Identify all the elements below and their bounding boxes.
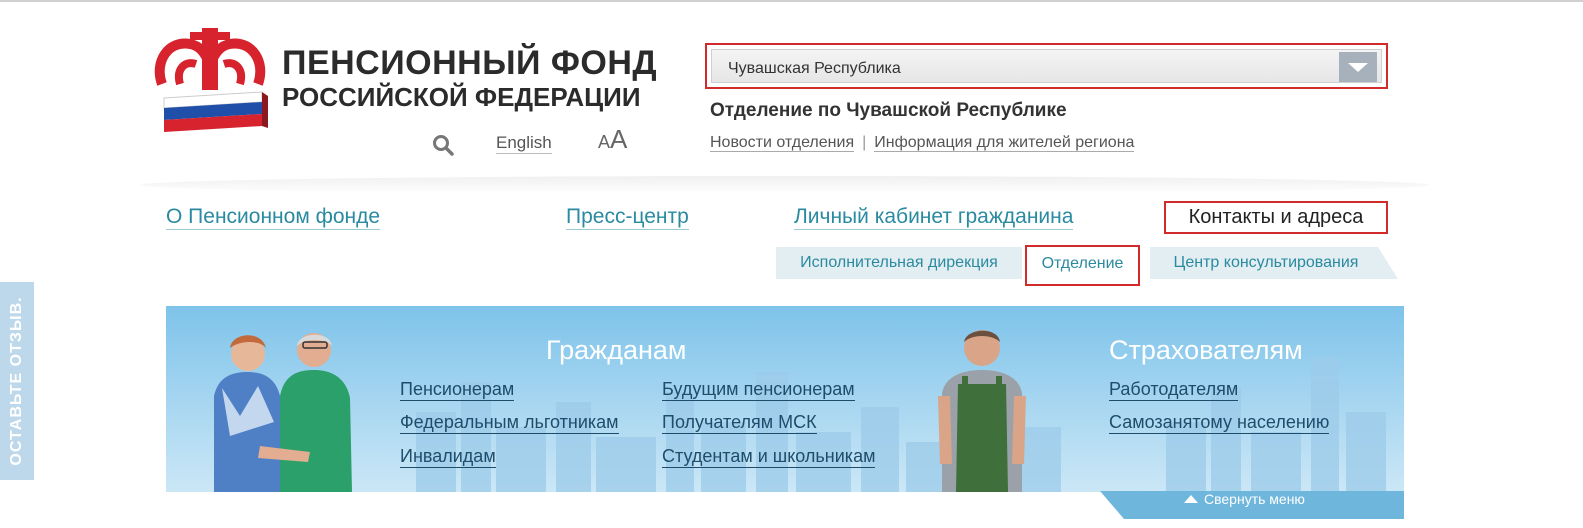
region-select-value: Чувашская Республика: [728, 60, 901, 77]
chevron-down-icon[interactable]: [1339, 52, 1377, 82]
search-icon[interactable]: [432, 134, 454, 156]
logo-title-line2: РОССИЙСКОЙ ФЕДЕРАЦИИ: [282, 82, 641, 112]
nav-about-fund[interactable]: О Пенсионном фонде: [166, 205, 381, 230]
collapse-menu-label: Свернуть меню: [1204, 491, 1305, 507]
region-select[interactable]: Чувашская Республика: [705, 43, 1388, 89]
feedback-tab-label: ОСТАВЬТЕ ОТЗЫВ.: [8, 296, 25, 466]
branch-links: Новости отделения | Информация для жителей…: [710, 134, 1135, 152]
font-size-large-label: A: [610, 124, 628, 154]
tab-branch[interactable]: Отделение: [1025, 245, 1140, 286]
link-future-pensioners[interactable]: Будущим пенсионерам: [662, 379, 855, 401]
link-self-employed[interactable]: Самозанятому населению: [1109, 412, 1330, 434]
tab-consulting-center-label: Центр консультирования: [1173, 254, 1359, 271]
feedback-tab[interactable]: ОСТАВЬТЕ ОТЗЫВ.: [0, 282, 34, 480]
worker-image: [938, 330, 1026, 492]
link-employers[interactable]: Работодателям: [1109, 379, 1239, 401]
logo-title-line1: ПЕНСИОННЫЙ ФОНД: [282, 44, 658, 82]
english-language-link[interactable]: English: [496, 133, 552, 154]
branch-news-link[interactable]: Новости отделения: [710, 134, 855, 152]
nav-personal-account[interactable]: Личный кабинет гражданина: [794, 205, 1074, 230]
region-select-box: Чувашская Республика: [711, 49, 1382, 83]
link-msk-recipients[interactable]: Получателям МСК: [662, 412, 817, 434]
top-divider: [0, 0, 1583, 2]
branch-residents-info-link[interactable]: Информация для жителей региона: [874, 134, 1135, 152]
font-size-small-label: A: [598, 132, 611, 152]
header-shadow: [140, 176, 1430, 194]
audience-banner: Гражданам Пенсионерам Федеральным льготн…: [166, 306, 1404, 492]
insurers-heading: Страхователям: [1109, 335, 1303, 365]
nav-press-center[interactable]: Пресс-центр: [566, 205, 689, 230]
tab-executive-directorate[interactable]: Исполнительная дирекция: [776, 247, 1022, 279]
link-federal-beneficiaries[interactable]: Федеральным льготникам: [400, 412, 619, 434]
link-pensioners[interactable]: Пенсионерам: [400, 379, 515, 401]
link-students[interactable]: Студентам и школьникам: [662, 446, 876, 468]
senior-couple-image: [214, 333, 352, 492]
collapse-menu-button[interactable]: Свернуть меню: [1100, 491, 1404, 519]
pfr-emblem-icon: [154, 28, 268, 132]
arrow-up-icon: [1184, 495, 1198, 503]
branch-links-separator: |: [862, 134, 867, 151]
branch-title: Отделение по Чувашской Республике: [710, 100, 1067, 121]
pfr-logo[interactable]: ПЕНСИОННЫЙ ФОНД РОССИЙСКОЙ ФЕДЕРАЦИИ: [150, 22, 657, 138]
link-disabled[interactable]: Инвалидам: [400, 446, 496, 468]
citizens-heading: Гражданам: [546, 335, 687, 365]
font-size-toggle[interactable]: AA: [598, 124, 627, 155]
nav-contacts-addresses[interactable]: Контакты и адреса: [1164, 201, 1388, 234]
tab-consulting-center[interactable]: Центр консультирования: [1150, 247, 1398, 279]
